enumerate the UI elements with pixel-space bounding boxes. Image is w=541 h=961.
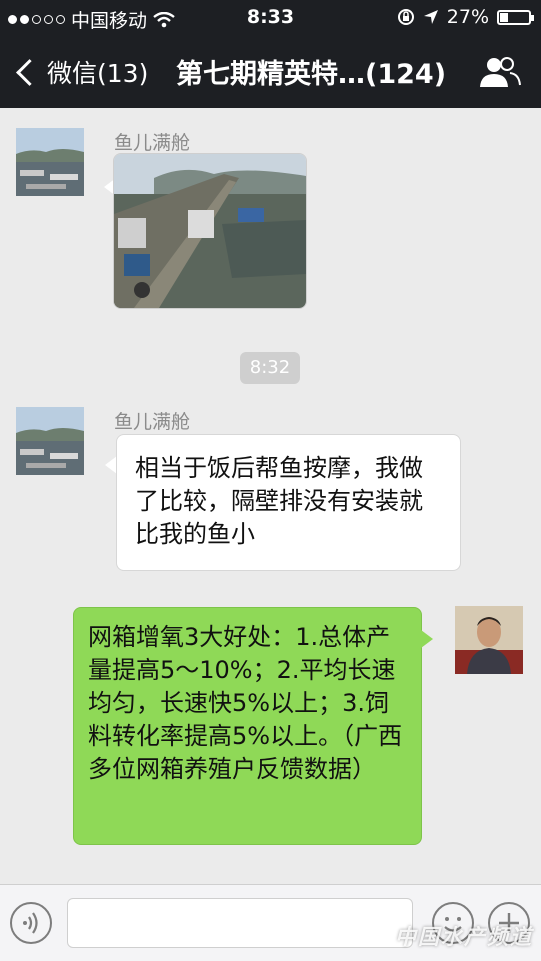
watermark-logo: 中国水产频道 bbox=[395, 925, 533, 949]
message-input[interactable] bbox=[67, 898, 413, 948]
orientation-lock-icon bbox=[397, 9, 414, 25]
text-message[interactable]: 相当于饭后帮鱼按摩，我做了比较，隔壁排没有安装就比我的鱼小 bbox=[116, 434, 461, 571]
chevron-left-icon bbox=[16, 58, 43, 86]
back-button[interactable]: 微信(13) bbox=[14, 54, 148, 90]
voice-icon bbox=[23, 912, 38, 934]
battery-percent: 27% bbox=[446, 6, 489, 28]
voice-button[interactable] bbox=[10, 902, 52, 944]
status-bar: 中国移动 8:33 27% bbox=[0, 0, 541, 36]
back-label: 微信(13) bbox=[47, 59, 149, 88]
my-avatar[interactable] bbox=[455, 606, 523, 674]
sender-name: 鱼儿满舱 bbox=[114, 411, 191, 433]
sender-name: 鱼儿满舱 bbox=[114, 132, 191, 154]
location-arrow-icon bbox=[423, 10, 438, 24]
text-message-self[interactable]: 网箱增氧3大好处：1.总体产量提高5～10%；2.平均长速均匀，长速快5%以上；… bbox=[73, 607, 422, 845]
sender-avatar[interactable] bbox=[16, 407, 84, 475]
input-bar: 中国水产频道 bbox=[0, 884, 541, 961]
chat-title: 第七期精英特…(124) bbox=[176, 59, 447, 90]
battery-icon bbox=[497, 9, 534, 25]
sender-avatar[interactable] bbox=[16, 128, 84, 196]
nav-bar: 微信(13) 第七期精英特…(124) bbox=[0, 36, 541, 108]
group-members-icon[interactable] bbox=[479, 56, 521, 88]
message-timestamp: 8:32 bbox=[240, 352, 300, 384]
image-message[interactable] bbox=[114, 154, 306, 308]
